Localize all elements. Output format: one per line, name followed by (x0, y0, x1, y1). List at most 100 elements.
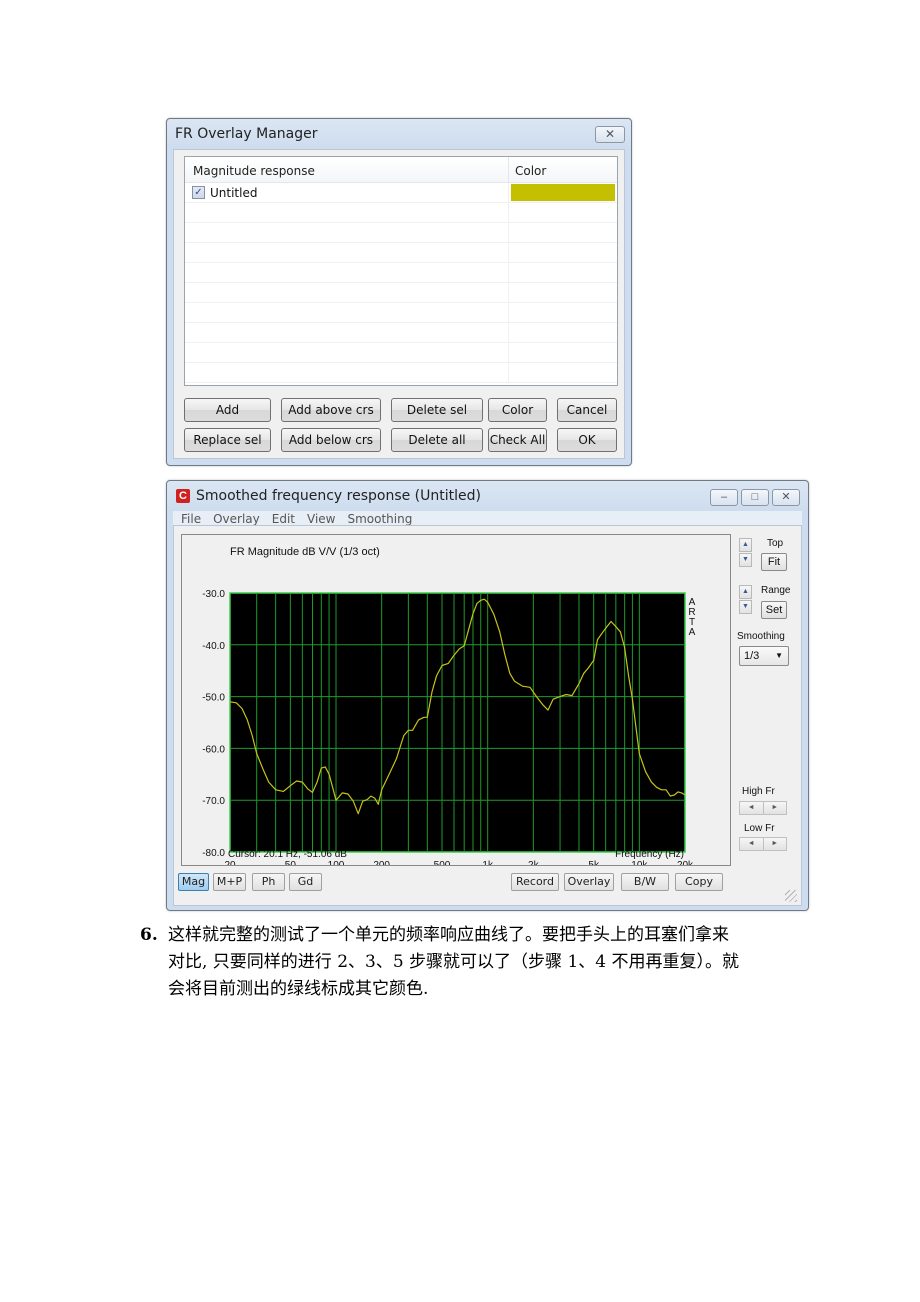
arrow-left-icon[interactable]: ◄ (740, 802, 763, 814)
y-tick-label: -40.0 (202, 641, 225, 652)
overlay-list-row[interactable] (185, 263, 617, 283)
overlay-color-cell[interactable] (509, 343, 617, 362)
column-header-color[interactable]: Color (509, 157, 617, 182)
overlay-list-row[interactable] (185, 223, 617, 243)
top-down-spin[interactable]: ▼ (739, 553, 752, 567)
arrow-right-icon[interactable]: ► (762, 802, 787, 814)
overlay-color-cell[interactable] (509, 203, 617, 222)
smoothing-label: Smoothing (737, 631, 785, 642)
range-label: Range (761, 585, 791, 596)
overlay-name-cell: ✓ Untitled (185, 183, 509, 202)
overlay-color-cell[interactable] (509, 263, 617, 282)
overlay-list-row[interactable] (185, 323, 617, 343)
minimize-icon[interactable]: – (710, 489, 738, 506)
add-button[interactable]: Add (184, 398, 271, 422)
overlay-color-cell[interactable] (509, 323, 617, 342)
smoothing-select[interactable]: 1/3 ▼ (739, 646, 789, 666)
maximize-icon[interactable]: □ (741, 489, 769, 506)
frequency-response-chart[interactable]: FR Magnitude dB V/V (1/3 oct) -30.0 -40.0… (182, 535, 730, 871)
y-tick-label: -30.0 (202, 589, 225, 600)
y-tick-label: -80.0 (202, 848, 225, 859)
column-header-magnitude[interactable]: Magnitude response (185, 157, 509, 182)
overlay-list-row[interactable] (185, 283, 617, 303)
paragraph-line: 对比, 只要同样的进行 2、3、5 步骤就可以了（步骤 1、4 不用再重复）。就 (168, 952, 740, 972)
paragraph-line: 这样就完整的测试了一个单元的频率响应曲线了。要把手头上的耳塞们拿来 (168, 925, 729, 945)
x-tick-label: 500 (434, 860, 451, 865)
overlay-list-row[interactable]: ✓ Untitled (185, 183, 617, 203)
overlay-name-cell (185, 263, 509, 282)
overlay-list-row[interactable] (185, 303, 617, 323)
add-below-cursor-button[interactable]: Add below crs (281, 428, 381, 452)
overlay-color-cell[interactable] (509, 363, 617, 382)
cancel-button[interactable]: Cancel (557, 398, 617, 422)
group-delay-button[interactable]: Gd (289, 873, 322, 891)
mag-phase-button[interactable]: M+P (213, 873, 246, 891)
mag-button[interactable]: Mag (178, 873, 209, 891)
paragraph-line: 会将目前测出的绿线标成其它颜色. (168, 979, 429, 999)
range-down-spin[interactable]: ▼ (739, 600, 752, 614)
overlay-name-cell (185, 343, 509, 362)
color-swatch[interactable] (511, 184, 615, 201)
high-freq-label: High Fr (742, 786, 775, 797)
overlay-name-cell (185, 363, 509, 382)
overlay-name-cell (185, 223, 509, 242)
delete-all-button[interactable]: Delete all (391, 428, 483, 452)
x-tick-label: 10k (631, 860, 648, 865)
arrow-left-icon[interactable]: ◄ (740, 838, 763, 850)
close-icon[interactable]: ✕ (595, 126, 625, 143)
overlay-list-row[interactable] (185, 243, 617, 263)
copy-button[interactable]: Copy (675, 873, 723, 891)
overlay-list-row[interactable] (185, 363, 617, 383)
fit-button[interactable]: Fit (761, 553, 787, 571)
x-tick-label: 20 (224, 860, 236, 865)
close-icon[interactable]: ✕ (772, 489, 800, 506)
ok-button[interactable]: OK (557, 428, 617, 452)
y-tick-label: -70.0 (202, 796, 225, 807)
arta-side-label: A (689, 627, 696, 638)
overlay-list-row[interactable] (185, 203, 617, 223)
check-all-button[interactable]: Check All (488, 428, 547, 452)
phase-button[interactable]: Ph (252, 873, 285, 891)
set-button[interactable]: Set (761, 601, 787, 619)
range-up-spin[interactable]: ▲ (739, 585, 752, 599)
overlay-button[interactable]: Overlay (564, 873, 614, 891)
black-white-button[interactable]: B/W (621, 873, 669, 891)
x-tick-label: 200 (373, 860, 390, 865)
overlay-color-cell[interactable] (509, 223, 617, 242)
overlay-name-cell (185, 323, 509, 342)
overlay-list[interactable]: Magnitude response Color ✓ Untitled (184, 156, 618, 386)
overlay-checkbox[interactable]: ✓ (192, 186, 205, 199)
add-above-cursor-button[interactable]: Add above crs (281, 398, 381, 422)
overlay-color-cell[interactable] (509, 283, 617, 302)
smoothing-value: 1/3 (744, 650, 760, 662)
top-label: Top (767, 538, 784, 549)
resize-grip[interactable] (785, 890, 797, 902)
y-tick-label: -50.0 (202, 693, 225, 704)
record-button[interactable]: Record (511, 873, 559, 891)
overlay-color-cell[interactable] (509, 303, 617, 322)
arrow-right-icon[interactable]: ► (762, 838, 787, 850)
overlay-name-cell (185, 303, 509, 322)
dialog-client: Magnitude response Color ✓ Untitled Add A… (173, 149, 625, 459)
top-up-spin[interactable]: ▲ (739, 538, 752, 552)
cursor-readout: Cursor: 20.1 Hz, -51.06 dB (228, 849, 347, 860)
replace-selected-button[interactable]: Replace sel (184, 428, 271, 452)
plot-frame: FR Magnitude dB V/V (1/3 oct) -30.0 -40.0… (181, 534, 731, 871)
x-tick-label: 50 (285, 860, 297, 865)
low-freq-scroller[interactable]: ◄ ► (739, 837, 787, 851)
color-button[interactable]: Color (488, 398, 547, 422)
overlay-color-cell[interactable] (509, 243, 617, 262)
overlay-color-cell[interactable] (509, 183, 617, 202)
overlay-list-row[interactable] (185, 343, 617, 363)
x-tick-label: 100 (328, 860, 345, 865)
window-client: FR Magnitude dB V/V (1/3 oct) -30.0 -40.0… (173, 525, 802, 906)
high-freq-scroller[interactable]: ◄ ► (739, 801, 787, 815)
delete-selected-button[interactable]: Delete sel (391, 398, 483, 422)
plot-background (229, 592, 686, 853)
chart-title: FR Magnitude dB V/V (1/3 oct) (230, 546, 380, 558)
dialog-title: FR Overlay Manager (175, 126, 318, 142)
y-tick-label: -60.0 (202, 744, 225, 755)
overlay-manager-dialog: FR Overlay Manager ✕ Magnitude response … (166, 118, 632, 466)
x-tick-label: 2k (528, 860, 540, 865)
list-header: Magnitude response Color (185, 157, 617, 183)
